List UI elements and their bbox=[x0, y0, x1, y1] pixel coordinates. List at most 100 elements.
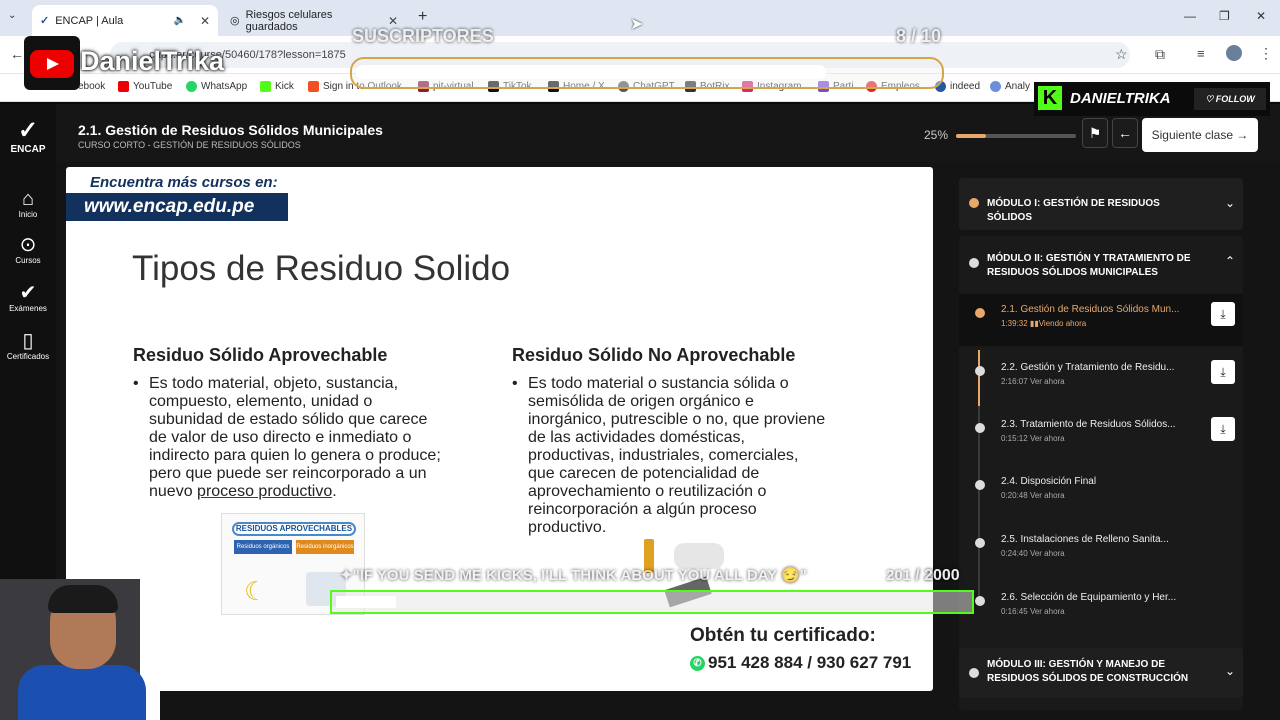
previous-button[interactable]: ← bbox=[1112, 118, 1138, 148]
reading-list-icon[interactable]: ≡ bbox=[1197, 46, 1205, 61]
close-window-icon[interactable]: ✕ bbox=[1256, 9, 1266, 23]
res-tag-inorganicos: Residuos inorgánicos bbox=[296, 540, 354, 554]
whatsapp-icon bbox=[186, 81, 197, 92]
promo-line1: Encuentra más cursos en: bbox=[90, 174, 278, 191]
lesson-item[interactable]: 2.2. Gestión y Tratamiento de Residu... … bbox=[959, 352, 1243, 404]
lesson-dot bbox=[975, 538, 985, 548]
new-tab-button[interactable]: + bbox=[418, 8, 427, 26]
play-circle-icon: ⊙ bbox=[19, 234, 37, 256]
kick-goal-count: 201 / 2000 bbox=[886, 567, 960, 584]
col1-heading: Residuo Sólido Aprovechable bbox=[133, 345, 388, 365]
bookmark-indeed[interactable]: indeed bbox=[935, 81, 980, 92]
star-icon[interactable]: ☆ bbox=[1115, 46, 1128, 63]
lesson-meta: 0:15:12 Ver ahora bbox=[1001, 434, 1065, 443]
speaker-icon[interactable]: 🔈 bbox=[173, 15, 185, 26]
flag-button[interactable]: ⚑ bbox=[1082, 118, 1108, 148]
bookmark-analytics[interactable]: Analy bbox=[990, 81, 1030, 92]
subscribers-goal-fill bbox=[356, 65, 826, 79]
lesson-meta: 1:39:32 ▮▮Viendo ahora bbox=[1001, 319, 1087, 328]
logo-text: ENCAP bbox=[10, 144, 46, 155]
module-1[interactable]: MÓDULO I: GESTIÓN DE RESIDUOS SÓLIDOS ⌄ bbox=[959, 178, 1243, 230]
nav-inicio[interactable]: ⌂ Inicio bbox=[0, 188, 56, 219]
course-sidebar: MÓDULO I: GESTIÓN DE RESIDUOS SÓLIDOS ⌄ … bbox=[949, 164, 1269, 720]
lesson-dot bbox=[975, 366, 985, 376]
lesson-name: 2.1. Gestión de Residuos Sólidos Mun... bbox=[1001, 304, 1180, 315]
lesson-title: 2.1. Gestión de Residuos Sólidos Municip… bbox=[78, 122, 383, 138]
chevron-down-icon[interactable]: ⌄ bbox=[1225, 664, 1235, 678]
lesson-dot bbox=[975, 596, 985, 606]
kick-goal-message: ✦"IF YOU SEND ME KICKS, I'LL THINK ABOUT… bbox=[340, 567, 807, 584]
minimize-icon[interactable]: — bbox=[1184, 9, 1196, 23]
lesson-name: 2.6. Selección de Equipamiento y Her... bbox=[1001, 592, 1177, 603]
col2-heading: Residuo Sólido No Aprovechable bbox=[512, 345, 796, 365]
lesson-item-active[interactable]: 2.1. Gestión de Residuos Sólidos Mun... … bbox=[959, 294, 1243, 346]
slide-title: Tipos de Residuo Solido bbox=[132, 249, 511, 288]
lesson-item[interactable]: 2.4. Disposición Final 0:20:48 Ver ahora bbox=[959, 466, 1243, 518]
kick-goal-bar bbox=[330, 590, 974, 614]
maximize-icon[interactable]: ❐ bbox=[1219, 9, 1230, 23]
encap-logo[interactable]: ✓ ENCAP bbox=[0, 118, 56, 156]
lesson-item[interactable]: 2.3. Tratamiento de Residuos Sólidos... … bbox=[959, 409, 1243, 461]
webcam-person-hair bbox=[48, 585, 118, 613]
lesson-meta: 2:16:07 Ver ahora bbox=[1001, 377, 1065, 386]
youtube-play-icon bbox=[30, 50, 74, 78]
menu-icon[interactable]: ⋮ bbox=[1259, 45, 1273, 62]
subscribers-label: SUSCRIPTORES bbox=[352, 26, 494, 46]
module-3[interactable]: MÓDULO III: GESTIÓN Y MANEJO DE RESIDUOS… bbox=[959, 648, 1243, 698]
mouse-cursor-icon: ➤ bbox=[630, 16, 644, 33]
module-title: MÓDULO II: GESTIÓN Y TRATAMIENTO DE RESI… bbox=[987, 253, 1191, 278]
lesson-item[interactable]: 2.6. Selección de Equipamiento y Her... … bbox=[959, 582, 1243, 634]
extensions-icon[interactable]: ⧉ bbox=[1155, 46, 1165, 63]
kick-icon bbox=[260, 81, 271, 92]
download-icon[interactable]: ⤓ bbox=[1211, 302, 1235, 326]
bookmark-whatsapp[interactable]: WhatsApp bbox=[186, 81, 247, 92]
lesson-name: 2.3. Tratamiento de Residuos Sólidos... bbox=[1001, 419, 1176, 430]
encap-favicon-icon: ✓ bbox=[40, 15, 50, 27]
profile-avatar[interactable] bbox=[1226, 45, 1242, 61]
lesson-meta: 0:16:45 Ver ahora bbox=[1001, 607, 1065, 616]
lesson-dot bbox=[975, 480, 985, 490]
webcam-feed bbox=[0, 579, 160, 720]
next-lesson-button[interactable]: Siguiente clase → bbox=[1142, 118, 1258, 152]
tab-encap-aula[interactable]: ✓ ENCAP | Aula 🔈 ✕ bbox=[32, 5, 218, 36]
banana-icon: ☾ bbox=[244, 576, 268, 606]
lesson-name: 2.2. Gestión y Tratamiento de Residu... bbox=[1001, 362, 1175, 373]
lesson-name: 2.4. Disposición Final bbox=[1001, 476, 1097, 487]
youtube-icon bbox=[118, 81, 129, 92]
chevron-up-icon[interactable]: ⌃ bbox=[1225, 254, 1235, 268]
check-icon: ✔ bbox=[19, 282, 37, 304]
lesson-name: 2.5. Instalaciones de Relleno Sanita... bbox=[1001, 534, 1169, 545]
bookmark-kick[interactable]: Kick bbox=[260, 81, 294, 92]
home-icon: ⌂ bbox=[21, 188, 35, 210]
col1-body: Es todo material, objeto, sustancia, com… bbox=[133, 375, 493, 501]
sparkle-icon: ✦ bbox=[340, 567, 353, 584]
lesson-item[interactable]: 2.5. Instalaciones de Relleno Sanita... … bbox=[959, 524, 1243, 576]
back-icon[interactable]: ← bbox=[10, 46, 24, 62]
globe-icon: ◎ bbox=[230, 15, 240, 27]
nav-cursos[interactable]: ⊙ Cursos bbox=[0, 234, 56, 265]
tab-list-chevron-icon[interactable]: ⌄ bbox=[8, 10, 16, 21]
nav-examenes[interactable]: ✔ Exámenes bbox=[0, 282, 56, 313]
bookmark-youtube[interactable]: YouTube bbox=[118, 81, 172, 92]
kick-follow-overlay: K DANIELTRIKA ♡ FOLLOW bbox=[1034, 82, 1270, 116]
download-icon[interactable]: ⤓ bbox=[1211, 360, 1235, 384]
download-icon[interactable]: ⤓ bbox=[1211, 417, 1235, 441]
follow-button: ♡ FOLLOW bbox=[1194, 88, 1266, 110]
chevron-down-icon[interactable]: ⌄ bbox=[1225, 196, 1235, 210]
youtube-channel-name: DanielTrika bbox=[80, 46, 225, 76]
module-status-icon bbox=[969, 258, 979, 268]
module-title: MÓDULO III: GESTIÓN Y MANEJO DE RESIDUOS… bbox=[987, 659, 1189, 684]
bookmark-ebook[interactable]: ebook bbox=[78, 81, 105, 92]
nav-certificados[interactable]: ▯ Certificados bbox=[0, 330, 56, 361]
certificate-cta: Obtén tu certificado: bbox=[690, 625, 876, 646]
whatsapp-icon: ✆ bbox=[690, 656, 705, 672]
analytics-icon bbox=[990, 81, 1001, 92]
heart-icon: ♡ bbox=[1205, 94, 1216, 104]
close-tab-icon[interactable]: ✕ bbox=[200, 14, 210, 28]
arrow-left-icon: ← bbox=[1118, 125, 1132, 141]
progress-label: 25% bbox=[924, 128, 949, 142]
microsoft-icon bbox=[308, 81, 319, 92]
lesson-dot bbox=[975, 423, 985, 433]
kick-logo-icon: K bbox=[1038, 86, 1062, 110]
course-subtitle: CURSO CORTO - GESTIÓN DE RESIDUOS SÓLIDO… bbox=[78, 140, 301, 150]
